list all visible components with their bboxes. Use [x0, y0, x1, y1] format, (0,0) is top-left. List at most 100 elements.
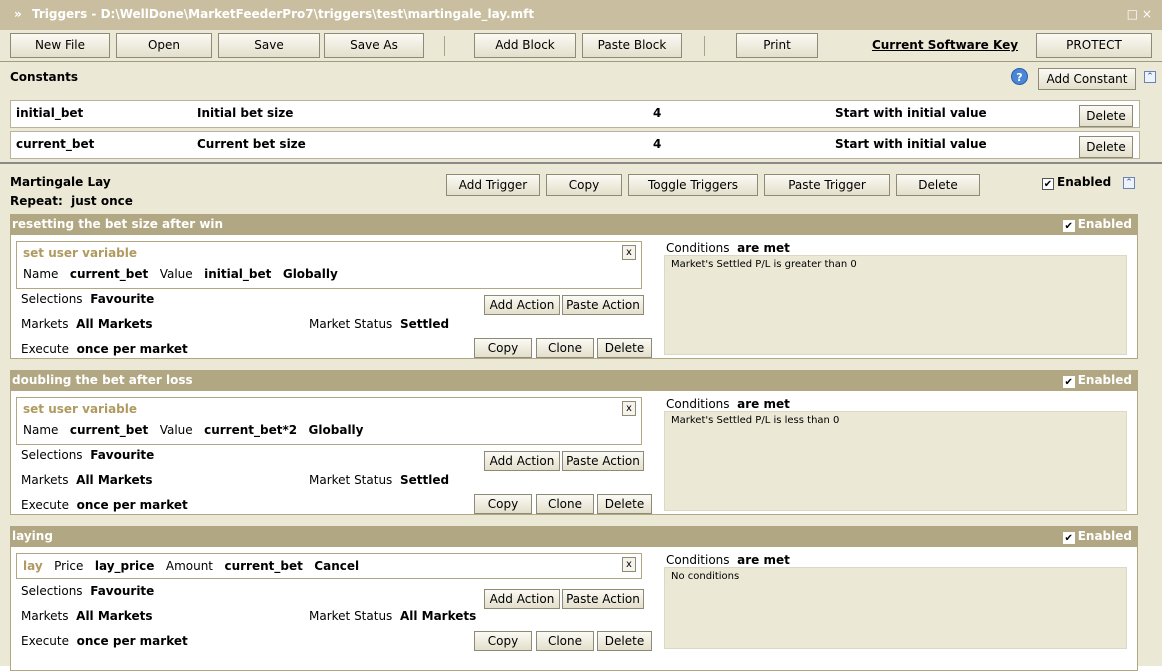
- add-trigger-button[interactable]: Add Trigger: [446, 174, 540, 196]
- new-file-button[interactable]: New File: [10, 33, 110, 58]
- constant-mode: Start with initial value: [835, 137, 987, 151]
- close-icon[interactable]: x: [622, 401, 636, 416]
- open-button[interactable]: Open: [116, 33, 212, 58]
- delete-block-button[interactable]: Delete: [896, 174, 980, 196]
- copy-trigger-button[interactable]: Copy: [474, 494, 532, 514]
- conditions-header: Conditions are met: [666, 397, 790, 411]
- selections-value[interactable]: Favourite: [90, 292, 154, 306]
- execute-value[interactable]: once per market: [77, 498, 188, 512]
- copy-trigger-button[interactable]: Copy: [474, 338, 532, 358]
- close-icon[interactable]: x: [622, 245, 636, 260]
- market-status-value[interactable]: All Markets: [400, 609, 476, 623]
- action-type[interactable]: set user variable: [23, 402, 137, 416]
- conditions-box[interactable]: Market's Settled P/L is greater than 0: [664, 255, 1127, 355]
- execute-value[interactable]: once per market: [77, 634, 188, 648]
- current-software-key-link[interactable]: Current Software Key: [860, 33, 1030, 58]
- close-icon[interactable]: x: [622, 557, 636, 572]
- constant-value: 4: [653, 137, 662, 151]
- paste-action-button[interactable]: Paste Action: [562, 295, 644, 315]
- add-block-button[interactable]: Add Block: [474, 33, 576, 58]
- delete-trigger-button[interactable]: Delete: [597, 631, 652, 651]
- conditions-box[interactable]: Market's Settled P/L is less than 0: [664, 411, 1127, 511]
- conditions-mode[interactable]: are met: [737, 241, 790, 255]
- paste-action-button[interactable]: Paste Action: [562, 589, 644, 609]
- markets-value[interactable]: All Markets: [76, 473, 152, 487]
- trigger-enabled-toggle[interactable]: ✔ Enabled: [1062, 529, 1132, 544]
- protect-button[interactable]: PROTECT: [1036, 33, 1152, 58]
- action-box: set user variable x Name current_bet Val…: [16, 241, 642, 289]
- checkbox-icon: ✔: [1062, 376, 1075, 388]
- market-status-value[interactable]: Settled: [400, 473, 449, 487]
- add-action-button[interactable]: Add Action: [484, 451, 560, 471]
- add-action-button[interactable]: Add Action: [484, 295, 560, 315]
- repeat-label: Repeat:: [10, 194, 63, 208]
- triggers-window: » Triggers - D:\WellDone\MarketFeederPro…: [0, 0, 1162, 671]
- delete-trigger-button[interactable]: Delete: [597, 494, 652, 514]
- paste-trigger-button[interactable]: Paste Trigger: [764, 174, 890, 196]
- conditions-box[interactable]: No conditions: [664, 567, 1127, 649]
- variable-name[interactable]: current_bet: [70, 267, 148, 281]
- repeat-value[interactable]: just once: [71, 194, 133, 208]
- save-button[interactable]: Save: [218, 33, 320, 58]
- print-button[interactable]: Print: [736, 33, 818, 58]
- condition-text: Market's Settled P/L is greater than 0: [671, 259, 857, 270]
- action-type[interactable]: set user variable: [23, 246, 137, 260]
- copy-block-button[interactable]: Copy: [546, 174, 622, 196]
- variable-value[interactable]: current_bet*2: [204, 423, 297, 437]
- delete-constant-button[interactable]: Delete: [1079, 105, 1133, 127]
- markets-value[interactable]: All Markets: [76, 317, 152, 331]
- constant-name: current_bet: [16, 137, 95, 151]
- variable-scope[interactable]: Globally: [283, 267, 338, 281]
- price-value[interactable]: lay_price: [95, 559, 155, 573]
- paste-action-button[interactable]: Paste Action: [562, 451, 644, 471]
- name-label: Name: [23, 267, 59, 281]
- add-action-button[interactable]: Add Action: [484, 589, 560, 609]
- variable-name[interactable]: current_bet: [70, 423, 148, 437]
- clone-trigger-button[interactable]: Clone: [536, 631, 594, 651]
- add-constant-button[interactable]: Add Constant: [1038, 68, 1136, 90]
- constants-collapse-icon[interactable]: ⌃: [1144, 71, 1156, 83]
- trigger-header[interactable]: laying ✔ Enabled: [10, 526, 1138, 547]
- conditions-mode[interactable]: are met: [737, 397, 790, 411]
- delete-constant-button[interactable]: Delete: [1079, 136, 1133, 158]
- markets-value[interactable]: All Markets: [76, 609, 152, 623]
- selections-value[interactable]: Favourite: [90, 448, 154, 462]
- market-status-value[interactable]: Settled: [400, 317, 449, 331]
- trigger-name: laying: [12, 529, 53, 543]
- enabled-label: Enabled: [1077, 217, 1132, 231]
- help-icon[interactable]: ?: [1011, 68, 1028, 85]
- conditions-mode[interactable]: are met: [737, 553, 790, 567]
- window-controls[interactable]: □ ×: [1127, 7, 1152, 21]
- market-status-label: Market Status: [309, 473, 393, 487]
- action-box: set user variable x Name current_bet Val…: [16, 397, 642, 445]
- trigger-header[interactable]: resetting the bet size after win ✔ Enable…: [10, 214, 1138, 235]
- trigger-enabled-toggle[interactable]: ✔ Enabled: [1062, 217, 1132, 232]
- amount-value[interactable]: current_bet: [224, 559, 302, 573]
- clone-trigger-button[interactable]: Clone: [536, 338, 594, 358]
- execute-label: Execute: [21, 498, 69, 512]
- lay-mode[interactable]: Cancel: [314, 559, 359, 573]
- toolbar-separator: [704, 36, 705, 56]
- variable-value[interactable]: initial_bet: [204, 267, 271, 281]
- trigger-enabled-toggle[interactable]: ✔ Enabled: [1062, 373, 1132, 388]
- execute-label: Execute: [21, 634, 69, 648]
- delete-trigger-button[interactable]: Delete: [597, 338, 652, 358]
- execute-value[interactable]: once per market: [77, 342, 188, 356]
- action-type[interactable]: lay: [23, 559, 43, 573]
- markets-label: Markets: [21, 317, 69, 331]
- selections-value[interactable]: Favourite: [90, 584, 154, 598]
- variable-scope[interactable]: Globally: [309, 423, 364, 437]
- copy-trigger-button[interactable]: Copy: [474, 631, 532, 651]
- constant-mode: Start with initial value: [835, 106, 987, 120]
- markets-label: Markets: [21, 473, 69, 487]
- markets-label: Markets: [21, 609, 69, 623]
- block-enabled-toggle[interactable]: ✔ Enabled: [1042, 175, 1111, 190]
- toggle-triggers-button[interactable]: Toggle Triggers: [628, 174, 758, 196]
- checkbox-icon: ✔: [1062, 532, 1075, 544]
- block-title: Martingale Lay: [10, 175, 111, 189]
- clone-trigger-button[interactable]: Clone: [536, 494, 594, 514]
- paste-block-button[interactable]: Paste Block: [582, 33, 682, 58]
- save-as-button[interactable]: Save As: [324, 33, 424, 58]
- block-collapse-icon[interactable]: ⌃: [1123, 177, 1135, 189]
- trigger-header[interactable]: doubling the bet after loss ✔ Enabled: [10, 370, 1138, 391]
